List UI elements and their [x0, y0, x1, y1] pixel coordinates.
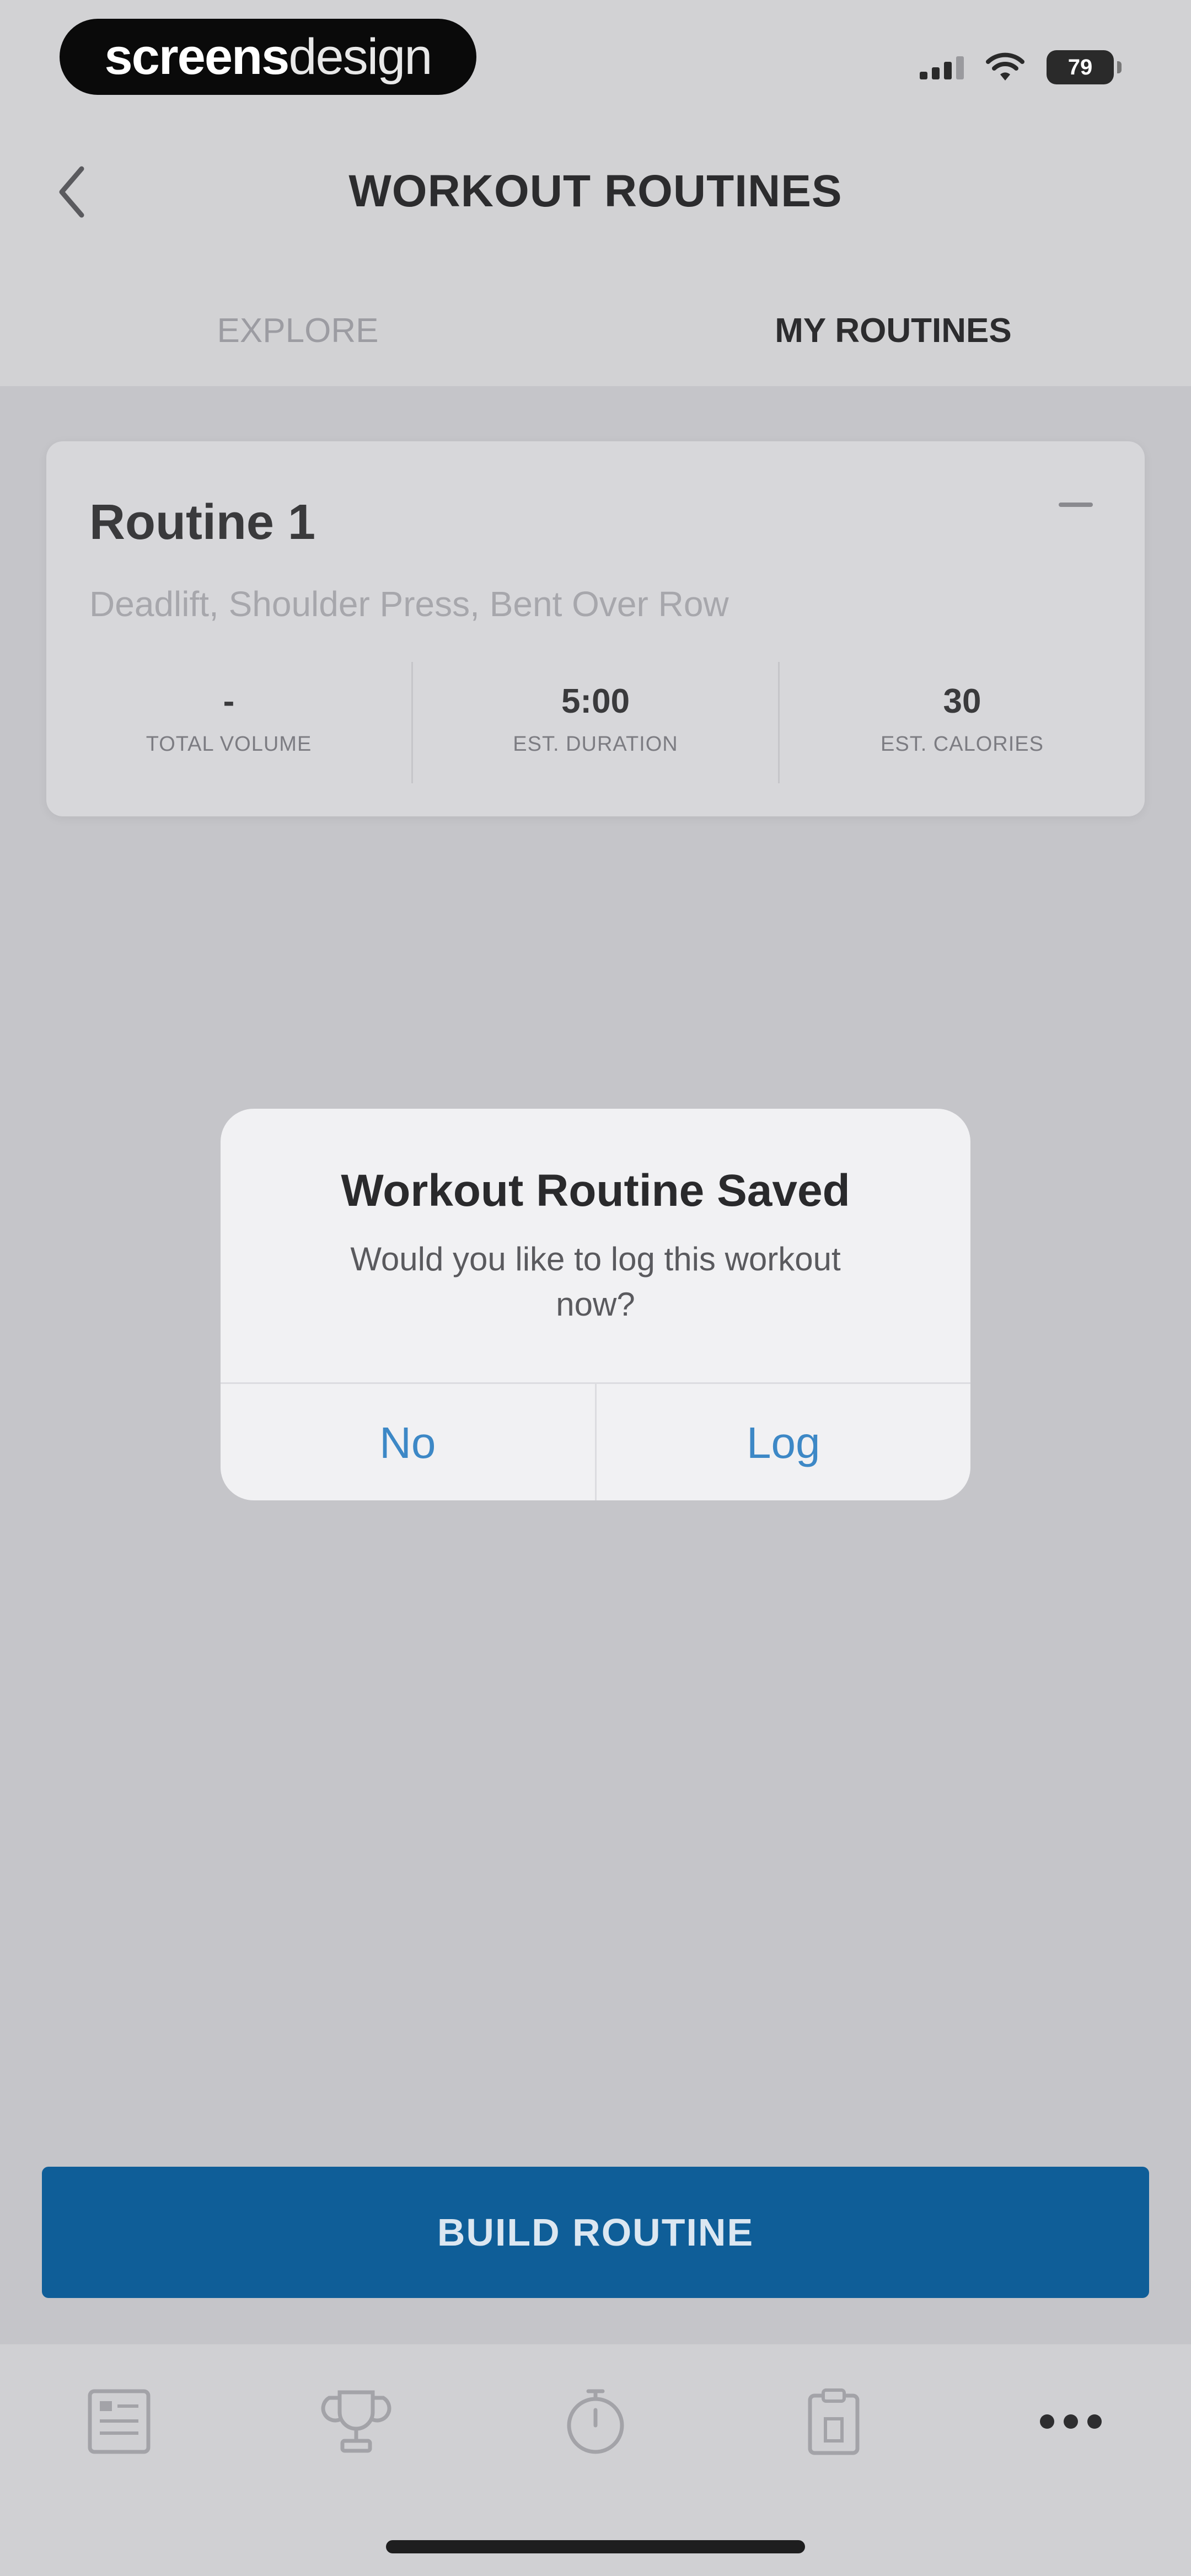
brand-part-2: design: [288, 29, 432, 85]
routine-menu-button[interactable]: [1056, 491, 1095, 519]
stat-value: -: [223, 682, 235, 720]
stat-label: EST. CALORIES: [881, 733, 1044, 756]
stat-value: 30: [943, 682, 981, 720]
cellular-signal-icon: [920, 55, 964, 79]
tab-explore[interactable]: EXPLORE: [50, 298, 546, 364]
routine-exercises: Deadlift, Shoulder Press, Bent Over Row: [89, 584, 729, 624]
battery-icon: 79: [1047, 50, 1122, 84]
log-button[interactable]: Log: [594, 1384, 971, 1500]
brand-watermark: screensdesign: [60, 19, 476, 95]
dialog-actions: No Log: [221, 1382, 970, 1500]
nav-more[interactable]: [1027, 2377, 1115, 2466]
stat-est-calories: 30 EST. CALORIES: [778, 662, 1145, 783]
alert-dialog: Workout Routine Saved Would you like to …: [221, 1109, 970, 1500]
minus-icon: [1059, 503, 1093, 507]
more-icon: [1040, 2414, 1102, 2429]
stat-value: 5:00: [561, 682, 630, 720]
stat-est-duration: 5:00 EST. DURATION: [411, 662, 778, 783]
build-routine-button[interactable]: BUILD ROUTINE: [42, 2167, 1149, 2298]
routine-title: Routine 1: [89, 495, 316, 550]
tab-my-routines[interactable]: MY ROUTINES: [645, 298, 1141, 364]
nav-achievements[interactable]: [312, 2377, 400, 2466]
status-icons: 79: [920, 45, 1122, 89]
routine-card[interactable]: Routine 1 Deadlift, Shoulder Press, Bent…: [46, 441, 1145, 816]
app-screen: screensdesign 79 WORKOUT ROUTINES EXPLOR…: [0, 0, 1191, 2576]
stat-label: EST. DURATION: [513, 733, 678, 756]
stopwatch-icon: [567, 2389, 624, 2454]
no-button[interactable]: No: [221, 1384, 595, 1500]
stat-total-volume: - TOTAL VOLUME: [46, 662, 411, 783]
nav-journal[interactable]: [75, 2377, 163, 2466]
stat-label: TOTAL VOLUME: [146, 733, 312, 756]
clipboard-icon: [808, 2388, 860, 2455]
status-bar: screensdesign 79: [0, 0, 1191, 110]
routine-stats: - TOTAL VOLUME 5:00 EST. DURATION 30 EST…: [46, 662, 1145, 783]
bottom-nav: [0, 2344, 1191, 2576]
dialog-title: Workout Routine Saved: [341, 1166, 850, 1216]
page-title: WORKOUT ROUTINES: [348, 166, 843, 216]
nav-timer[interactable]: [551, 2377, 640, 2466]
home-indicator[interactable]: [386, 2540, 805, 2553]
nav-logs[interactable]: [790, 2377, 878, 2466]
journal-icon: [88, 2389, 151, 2454]
wifi-icon: [986, 52, 1024, 81]
brand-part-1: screens: [104, 29, 290, 85]
trophy-icon: [321, 2390, 391, 2453]
header: WORKOUT ROUTINES EXPLORE MY ROUTINES: [0, 110, 1191, 386]
dialog-message: Would you like to log this workout now?: [350, 1241, 841, 1323]
